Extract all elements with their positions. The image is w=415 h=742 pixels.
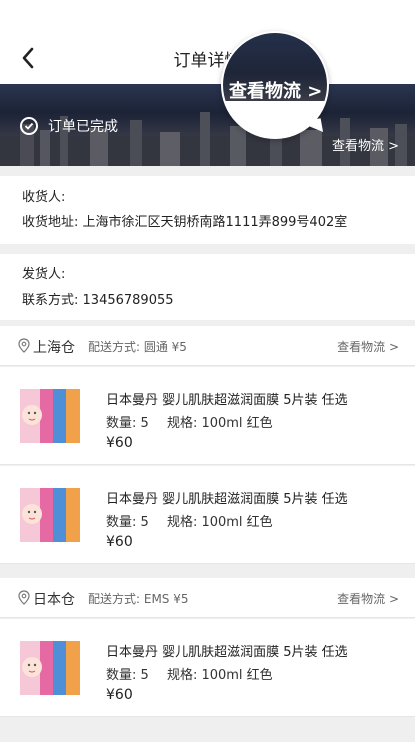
product-variant: 规格: 100ml 红色 [166,416,273,431]
product-name: 日本曼丹 婴儿肌肤超滋润面膜 5片装 任选 [106,645,348,660]
shipping-method: 配送方式: EMS ¥5 [88,592,189,606]
divider [0,244,415,254]
product-spec: 数量: 5 规格: 100ml 红色 [106,511,287,530]
product-quantity: 数量: 5 [106,416,149,431]
list-item[interactable]: 日本曼丹 婴儿肌肤超滋润面膜 5片装 任选 数量: 5 规格: 100ml 红色… [0,367,415,465]
product-name: 日本曼丹 婴儿肌肤超滋润面膜 5片装 任选 [106,393,348,408]
product-image [20,488,80,542]
product-price: ¥60 [106,687,133,703]
product-spec: 数量: 5 规格: 100ml 红色 [106,412,287,431]
check-circle-icon [20,117,38,135]
product-spec: 数量: 5 规格: 100ml 红色 [106,664,287,683]
magnifier-text: 查看物流 > [229,81,323,102]
address-label: 收货地址: [22,215,79,230]
order-status: 订单已完成 [20,116,118,136]
sender-contact: 联系方式: 13456789055 [22,289,174,308]
warehouse-logistics-link[interactable]: 查看物流 > [337,338,399,355]
warehouse-name: 上海仓 [33,340,75,356]
sender-name-label: 发货人: [22,267,66,282]
location-pin-icon [18,590,30,605]
nav-bar: 订单详情 [0,0,415,84]
product-variant: 规格: 100ml 红色 [166,668,273,683]
product-image [20,641,80,695]
contact-value: 13456789055 [82,293,174,308]
page-title: 订单详情 [173,51,242,71]
shipping-method: 配送方式: 圆通 ¥5 [88,340,187,354]
product-quantity: 数量: 5 [106,668,149,683]
product-image [20,389,80,443]
location-pin-icon [18,338,30,353]
receiver-card: 收货人: 收货地址: 上海市徐汇区天钥桥南路1111弄899号402室 [0,176,415,244]
status-banner: 订单已完成 查看物流 > [0,84,415,166]
receiver-address: 收货地址: 上海市徐汇区天钥桥南路1111弄899号402室 [22,211,347,230]
list-item[interactable]: 日本曼丹 婴儿肌肤超滋润面膜 5片装 任选 数量: 5 规格: 100ml 红色… [0,619,415,717]
warehouse-header: 日本仓 配送方式: EMS ¥5 查看物流 > [0,578,415,618]
product-name: 日本曼丹 婴儿肌肤超滋润面膜 5片装 任选 [106,492,348,507]
product-quantity: 数量: 5 [106,515,149,530]
address-value: 上海市徐汇区天钥桥南路1111弄899号402室 [82,215,348,230]
order-status-text: 订单已完成 [48,119,118,135]
contact-label: 联系方式: [22,293,79,308]
warehouse-logistics-link[interactable]: 查看物流 > [337,590,399,607]
product-price: ¥60 [106,534,133,550]
warehouse-name: 日本仓 [33,592,75,608]
list-item[interactable]: 日本曼丹 婴儿肌肤超滋润面膜 5片装 任选 数量: 5 规格: 100ml 红色… [0,466,415,564]
sender-card: 发货人: 联系方式: 13456789055 [0,254,415,320]
view-logistics-link[interactable]: 查看物流 > [332,135,399,154]
divider [0,166,415,176]
divider [0,564,415,578]
product-variant: 规格: 100ml 红色 [166,515,273,530]
product-price: ¥60 [106,435,133,451]
warehouse-header: 上海仓 配送方式: 圆通 ¥5 查看物流 > [0,326,415,366]
receiver-name-label: 收货人: [22,190,66,205]
order-detail-screen: 订单详情 订单已完成 查看物流 > 查看物流 > 收货人: 收货地址: 上海市徐… [0,0,415,742]
